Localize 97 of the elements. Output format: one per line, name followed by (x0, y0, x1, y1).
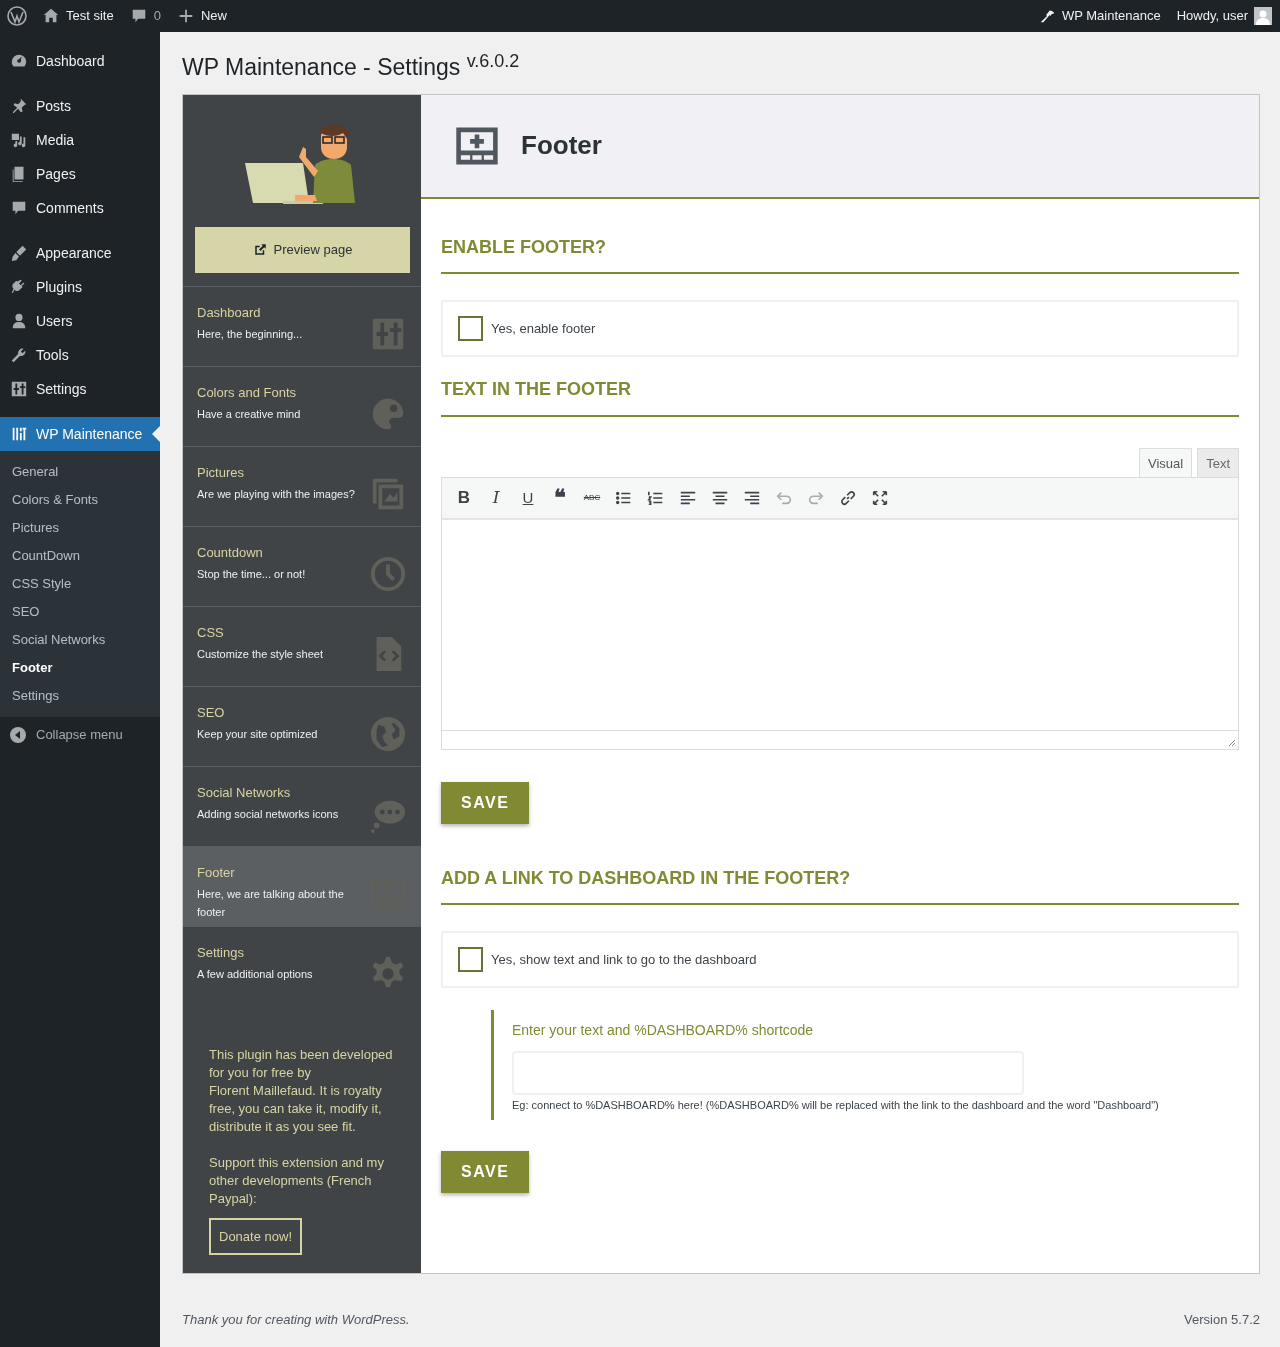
footer-credit-text: Thank you for creating with WordPress. (182, 1310, 410, 1329)
plugin-link[interactable]: WP Maintenance (1061, 6, 1161, 26)
plugin-nav-item[interactable]: Settings A few additional options (183, 925, 421, 1006)
checkbox-label: Yes, enable footer (491, 319, 596, 338)
nav-item-subtitle: Here, we are talking about the footer (197, 887, 345, 921)
sliders-icon (10, 380, 28, 398)
plugin-nav-item[interactable]: Footer Here, we are talking about the footer (183, 845, 421, 926)
nav-item-title: Footer (197, 863, 236, 882)
nav-item-subtitle: Adding social networks icons (197, 807, 339, 823)
nav-item-title: Dashboard (197, 303, 262, 322)
version-text: Version 5.7.2 (1184, 1310, 1260, 1329)
credit-text: This plugin has been developed for you for free by Florent Maillefaud. It is royalty free, you can take it, modify it, distribute it as you see fit. (208, 1045, 394, 1136)
checkbox-label: Yes, show text and link to go to the dashboard (491, 951, 757, 970)
home-icon (42, 7, 60, 25)
page-title: WP Maintenance - Settings $^{v.6.0.2}$ (182, 54, 521, 82)
strikethrough-button[interactable]: ABC (578, 483, 606, 512)
field-label: Enter your text and %DASHBOARD% shortcode (512, 1021, 815, 1041)
globe-icon (369, 714, 407, 753)
pin-icon (10, 97, 28, 115)
donate-button[interactable]: Donate now! (209, 1217, 302, 1256)
nav-item-title: CSS (197, 623, 225, 642)
plugin-nav-item[interactable]: SEO Keep your site optimized (183, 685, 421, 766)
version-label: v.6.0.2 (466, 51, 520, 71)
wrench-icon (10, 346, 28, 364)
plugin-nav-item[interactable]: Colors and Fonts Have a creative mind (183, 365, 421, 446)
checkbox[interactable] (458, 316, 483, 342)
menu-item[interactable]: Media (0, 123, 160, 157)
support-text: Support this extension and my other developments (French Paypal): (208, 1153, 385, 1208)
save-button[interactable]: SAVE (441, 1150, 530, 1193)
clock-icon (369, 554, 407, 593)
menu-item[interactable]: Settings (0, 372, 160, 406)
menu-item[interactable]: Users (0, 304, 160, 338)
nav-item-subtitle: Here, the beginning... (197, 327, 303, 343)
collapse-icon (10, 726, 26, 743)
tools-icon (10, 425, 28, 443)
help-text: Eg: connect to %DASHBOARD% here! (%DASHBOARD% will be replaced with the link to the dashboard and the word "Dashboard") (512, 1098, 1160, 1114)
submenu-item[interactable]: SEO (0, 598, 160, 626)
menu-item[interactable]: WP Maintenance (0, 417, 160, 451)
menu-item[interactable]: Pages (0, 157, 160, 191)
plugin-nav-item[interactable]: Social Networks Adding social networks icons (183, 765, 421, 846)
plugin-nav-item[interactable]: Countdown Stop the time... or not! (183, 525, 421, 606)
submenu-item[interactable]: Social Networks (0, 626, 160, 654)
menu-item[interactable]: Dashboard (0, 44, 160, 78)
collapse-menu-button[interactable]: Collapse menu (0, 717, 160, 753)
editor-tab[interactable]: Visual (1138, 447, 1193, 477)
nav-item-subtitle: Customize the style sheet (197, 647, 323, 663)
menu-item[interactable]: Tools (0, 338, 160, 372)
greeting-link[interactable]: Howdy, user (1176, 6, 1248, 26)
menu-item[interactable]: Plugins (0, 270, 160, 304)
site-link[interactable]: Test site (66, 6, 114, 26)
user-icon (10, 312, 28, 330)
nav-item-subtitle: Are we playing with the images? (197, 487, 355, 503)
plugin-nav-item[interactable]: CSS Customize the style sheet (183, 605, 421, 686)
submenu-item[interactable]: Settings (0, 682, 160, 710)
section-heading: ENABLE FOOTER? (441, 236, 1239, 275)
nav-item-title: Countdown (197, 543, 264, 562)
nav-item-subtitle: A few additional options (197, 967, 313, 983)
blockquote-button[interactable]: ❝ (546, 483, 574, 512)
nav-item-subtitle: Keep your site optimized (197, 727, 318, 743)
checkbox[interactable] (458, 947, 483, 973)
submenu-item[interactable]: CSS Style (0, 570, 160, 598)
external-link-icon (252, 242, 268, 258)
menu-item[interactable]: Comments (0, 191, 160, 225)
menu-item[interactable]: Posts (0, 89, 160, 123)
submenu-item[interactable]: Colors & Fonts (0, 486, 160, 514)
preview-page-button[interactable]: Preview page (195, 226, 410, 273)
section-heading: ADD A LINK TO DASHBOARD IN THE FOOTER? (441, 867, 1239, 906)
nav-item-title: Pictures (197, 463, 245, 482)
bold-button[interactable]: B (450, 483, 478, 512)
plugin-nav-item[interactable]: Dashboard Here, the beginning... (183, 285, 421, 366)
menu-item[interactable]: Appearance (0, 236, 160, 270)
save-button[interactable]: SAVE (441, 781, 530, 824)
brush-icon (10, 244, 28, 262)
nav-item-subtitle: Have a creative mind (197, 407, 301, 423)
submenu-item[interactable]: General (0, 458, 160, 486)
fullscreen-icon[interactable] (871, 488, 889, 507)
comment-count[interactable]: 0 (153, 6, 161, 26)
underline-button[interactable]: U (514, 483, 542, 512)
nav-item-title: SEO (197, 703, 226, 722)
panel-title: Footer (521, 130, 602, 162)
submenu-item[interactable]: Pictures (0, 514, 160, 542)
new-link[interactable]: New (200, 6, 227, 26)
resize-handle-icon[interactable] (1228, 738, 1236, 747)
italic-button[interactable]: I (482, 483, 510, 512)
submenu-item[interactable]: Footer (0, 654, 160, 682)
nav-item-title: Social Networks (197, 783, 292, 802)
nav-item-subtitle: Stop the time... or not! (197, 567, 306, 583)
editor-tab[interactable]: Text (1197, 447, 1239, 477)
nav-item-title: Colors and Fonts (197, 383, 297, 402)
speech-bubble-icon (10, 199, 28, 217)
plugin-nav-item[interactable]: Pictures Are we playing with the images? (183, 445, 421, 526)
submenu-item[interactable]: CountDown (0, 542, 160, 570)
media-icon (10, 131, 28, 149)
wordpress-link[interactable]: WordPress (341, 1311, 406, 1327)
section-heading: TEXT IN THE FOOTER (441, 379, 1239, 417)
nav-item-title: Settings (197, 943, 245, 962)
link-icon[interactable] (839, 488, 857, 507)
